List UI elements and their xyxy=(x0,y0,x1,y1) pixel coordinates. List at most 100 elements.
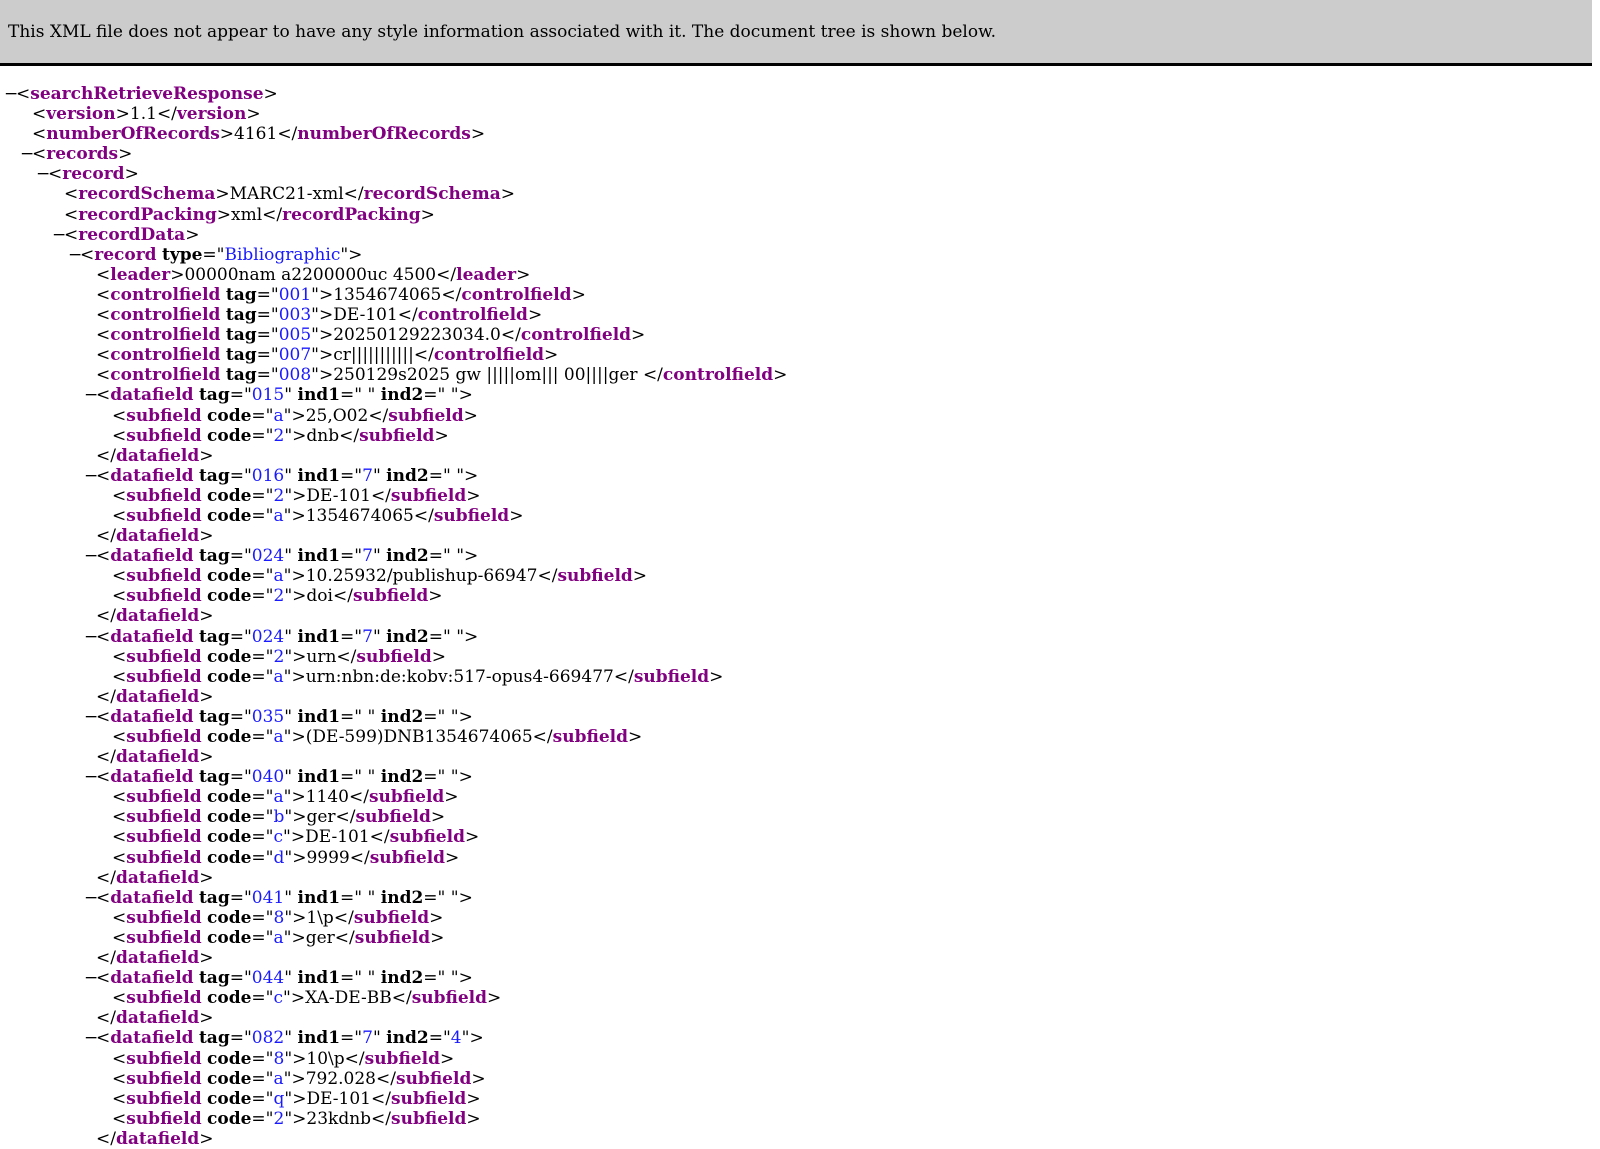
xml-text-value: cr||||||||||| xyxy=(333,345,414,366)
xml-punct: =" xyxy=(229,706,252,727)
xml-attr-name: type xyxy=(161,244,203,265)
xml-punct: > xyxy=(318,284,334,305)
xml-punct: > xyxy=(458,767,473,788)
xml-tag-name: recordData xyxy=(78,224,186,245)
xml-punct: > xyxy=(628,727,643,747)
xml-tag-name: subfield xyxy=(390,485,467,506)
xml-punct: =" xyxy=(229,385,252,406)
xml-punct: > xyxy=(773,365,788,386)
xml-tag-name: subfield xyxy=(126,787,202,808)
xml-attr-name: tag xyxy=(198,706,230,727)
xml-punct: > xyxy=(430,927,445,948)
collapse-toggle-icon[interactable]: − xyxy=(4,84,18,104)
xml-tag-name: subfield xyxy=(126,425,202,446)
xml-punct: " xyxy=(450,968,459,989)
xml-attr-value: 016 xyxy=(251,465,285,486)
xml-punct: " xyxy=(456,546,465,567)
collapse-toggle-icon[interactable]: − xyxy=(52,225,66,245)
xml-punct: </ xyxy=(333,907,354,928)
xml-tag-name: datafield xyxy=(115,606,200,627)
xml-attr-name: ind1 xyxy=(297,706,341,727)
xml-punct: < xyxy=(96,887,111,908)
xml-attr-name: ind2 xyxy=(380,767,424,788)
xml-line: <subfield code="a">ger</subfield> xyxy=(0,928,1592,948)
xml-punct: < xyxy=(96,706,111,727)
collapse-toggle-icon[interactable]: − xyxy=(84,767,98,787)
collapse-toggle-icon[interactable]: − xyxy=(84,466,98,486)
collapse-toggle-icon[interactable]: − xyxy=(36,164,50,184)
xml-punct: > xyxy=(430,807,446,828)
xml-punct: =" xyxy=(340,767,363,788)
xml-line: − <record> xyxy=(0,164,1592,184)
xml-punct: </ xyxy=(370,485,391,506)
xml-punct: > xyxy=(199,747,214,768)
xml-tag-name: subfield xyxy=(433,505,510,526)
xml-punct: > xyxy=(292,1088,307,1109)
xml-tag-name: record xyxy=(94,244,157,265)
xml-attr-value: a xyxy=(273,666,284,687)
xml-attr-value: 035 xyxy=(251,706,285,727)
collapse-toggle-icon[interactable]: − xyxy=(68,245,82,265)
xml-line: <subfield code="a">792.028</subfield> xyxy=(0,1069,1592,1089)
xml-punct: > xyxy=(318,325,334,346)
xml-attr-name: code xyxy=(207,666,252,687)
collapse-toggle-icon[interactable]: − xyxy=(84,707,98,727)
xml-text-value: 250129s2025 gw |||||om||| 00||||ger xyxy=(333,365,643,386)
xml-punct: " xyxy=(284,767,293,788)
collapse-toggle-icon[interactable]: − xyxy=(84,1028,98,1048)
xml-tag-name: datafield xyxy=(110,1028,194,1049)
xml-punct: </ xyxy=(96,867,116,888)
xml-punct: =" xyxy=(423,385,446,406)
xml-text-value: (DE-599)DNB1354674065 xyxy=(305,727,533,747)
xml-punct: =" xyxy=(251,586,274,607)
xml-attr-value: 082 xyxy=(251,1028,285,1049)
xml-line: − <record type="Bibliographic"> xyxy=(0,245,1592,265)
xml-punct: </ xyxy=(156,104,177,125)
collapse-toggle-icon[interactable]: − xyxy=(84,968,98,988)
collapse-toggle-icon[interactable]: − xyxy=(84,888,98,908)
xml-punct: " xyxy=(450,706,459,727)
xml-punct: > xyxy=(199,686,214,707)
xml-punct: > xyxy=(291,787,306,808)
xml-line: </datafield> xyxy=(0,948,1592,968)
xml-punct: > xyxy=(292,425,307,446)
xml-text-value: urn:nbn:de:kobv:517-opus4-669477 xyxy=(305,666,614,687)
xml-attr-value: 001 xyxy=(278,284,312,305)
xml-attr-name: ind2 xyxy=(386,626,429,647)
xml-punct: < xyxy=(112,586,127,607)
collapse-toggle-icon[interactable]: − xyxy=(84,627,98,647)
xml-attr-name: ind1 xyxy=(297,1028,341,1049)
xml-punct: > xyxy=(469,1028,484,1049)
xml-punct: =" xyxy=(256,325,279,346)
collapse-toggle-icon[interactable]: − xyxy=(84,385,98,405)
collapse-toggle-icon[interactable]: − xyxy=(84,546,98,566)
xml-attr-name: tag xyxy=(198,546,230,567)
xml-attr-name: code xyxy=(207,405,252,426)
xml-tag-name: subfield xyxy=(126,927,202,948)
xml-attr-value: 4 xyxy=(450,1028,462,1049)
xml-tag-name: numberOfRecords xyxy=(46,124,220,145)
xml-line: <subfield code="q">DE-101</subfield> xyxy=(0,1089,1592,1109)
xml-text-value: 00000nam a2200000uc 4500 xyxy=(184,264,437,285)
xml-attr-value: a xyxy=(273,1068,284,1089)
xml-punct: " xyxy=(450,767,459,788)
xml-attr-name: code xyxy=(207,1108,252,1129)
xml-attr-value: c xyxy=(273,988,284,1009)
xml-punct: > xyxy=(124,164,139,185)
xml-punct: > xyxy=(185,224,200,245)
xml-punct: > xyxy=(292,1108,307,1129)
xml-attr-value: a xyxy=(273,566,284,587)
xml-punct: =" xyxy=(251,988,274,1009)
xml-punct: =" xyxy=(229,767,252,788)
xml-punct: </ xyxy=(332,586,353,607)
xml-punct: </ xyxy=(500,325,521,346)
xml-punct: > xyxy=(420,204,435,225)
xml-line: </datafield> xyxy=(0,1008,1592,1028)
xml-tag-name: subfield xyxy=(126,1048,202,1069)
collapse-toggle-icon[interactable]: − xyxy=(20,144,34,164)
xml-punct: < xyxy=(112,1068,127,1089)
xml-attr-name: code xyxy=(207,727,252,747)
xml-punct: < xyxy=(96,264,111,285)
xml-tag-name: leader xyxy=(110,264,171,285)
xml-tag-name: datafield xyxy=(110,767,194,788)
